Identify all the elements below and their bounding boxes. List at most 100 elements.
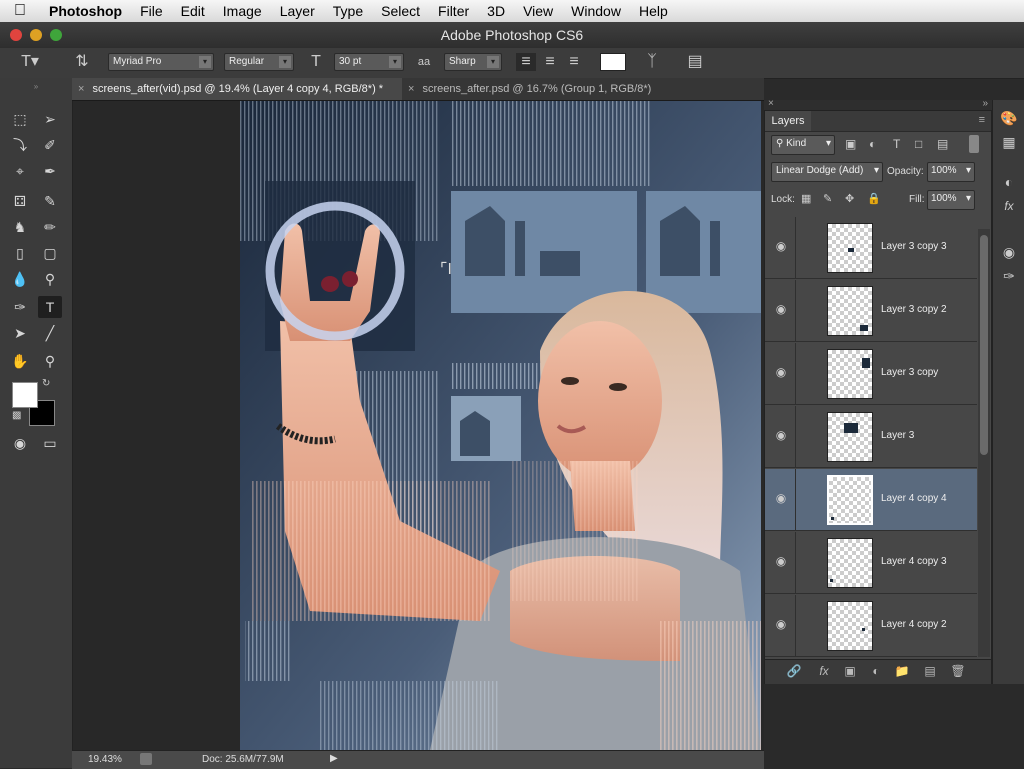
move-tool-icon[interactable]: ➢ [38, 108, 62, 130]
crop-tool-icon[interactable]: ⌖ [8, 160, 32, 182]
font-size-dropdown[interactable]: 30 pt ▾ [334, 53, 404, 71]
lock-transparency-icon[interactable]: ▦ [801, 192, 811, 205]
layer-row[interactable]: ◉ Layer 4 copy 2 [765, 595, 977, 657]
layers-scrollbar[interactable] [978, 229, 990, 657]
layer-row[interactable]: ◉ Layer 3 [765, 406, 977, 468]
eyedropper-tool-icon[interactable]: ✒ [38, 160, 62, 182]
close-tab-icon[interactable]: × [78, 83, 84, 95]
dodge-tool-icon[interactable]: ⚲ [38, 268, 62, 290]
channels-panel-icon[interactable]: ◉ [999, 242, 1019, 262]
visibility-eye-icon[interactable]: ◉ [773, 302, 789, 318]
close-panel-icon[interactable]: × [768, 98, 774, 109]
swatches-panel-icon[interactable]: ▦ [999, 132, 1019, 152]
zoom-tool-icon[interactable]: ⚲ [38, 350, 62, 372]
font-style-dropdown[interactable]: Regular ▾ [224, 53, 294, 71]
visibility-eye-icon[interactable]: ◉ [773, 428, 789, 444]
filter-smart-object-icon[interactable]: ▤ [937, 137, 948, 151]
quick-mask-icon[interactable]: ◉ [8, 432, 32, 454]
filter-pixel-icon[interactable]: ▣ [845, 137, 856, 151]
new-group-folder-icon[interactable]: 📁 [893, 664, 911, 680]
opacity-field[interactable]: 100% ▾ [927, 162, 975, 182]
menu-app-photoshop[interactable]: Photoshop [40, 3, 131, 19]
screen-mode-icon[interactable]: ▭ [38, 432, 62, 454]
close-tab-icon[interactable]: × [408, 83, 414, 95]
menu-select[interactable]: Select [372, 3, 429, 19]
doc-tab-inactive[interactable]: × screens_after.psd @ 16.7% (Group 1, RG… [402, 78, 764, 100]
delete-layer-trash-icon[interactable]: 🗑 [949, 664, 967, 680]
toolbox-collapse-icon[interactable]: » [0, 82, 72, 91]
pen-tool-icon[interactable]: ✑ [8, 296, 32, 318]
layer-row[interactable]: ◉ Layer 4 copy 3 [765, 532, 977, 594]
new-layer-icon[interactable]: ▤ [921, 664, 939, 680]
default-colors-icon[interactable]: ▩ [12, 410, 21, 421]
quick-select-tool-icon[interactable]: ✐ [38, 134, 62, 156]
layer-style-fx-icon[interactable]: fx [815, 664, 833, 680]
paths-panel-icon[interactable]: ✑ [999, 266, 1019, 286]
color-panel-icon[interactable]: 🎨 [999, 108, 1019, 128]
menu-layer[interactable]: Layer [271, 3, 324, 19]
visibility-eye-icon[interactable]: ◉ [773, 554, 789, 570]
filter-type-icon[interactable]: T [893, 137, 900, 151]
layer-filter-dropdown[interactable]: ⚲ Kind ▾ [771, 135, 835, 155]
filter-shape-icon[interactable]: □ [915, 137, 922, 151]
align-left-icon[interactable]: ≡ [516, 53, 536, 71]
panel-menu-icon[interactable]: ≡ [979, 114, 985, 126]
adjustments-panel-icon[interactable]: ◐ [999, 172, 1019, 192]
tab-layers[interactable]: Layers [765, 111, 811, 131]
apple-menu-icon[interactable]:  [0, 2, 40, 20]
type-tool-preset-icon[interactable]: T▾ [18, 53, 42, 71]
menu-type[interactable]: Type [324, 3, 372, 19]
font-family-dropdown[interactable]: Myriad Pro ▾ [108, 53, 214, 71]
visibility-eye-icon[interactable]: ◉ [773, 617, 789, 633]
foreground-color-swatch[interactable] [12, 382, 38, 408]
lock-paint-icon[interactable]: ✎ [823, 192, 832, 205]
status-menu-arrow-icon[interactable]: ▶ [330, 753, 338, 764]
visibility-eye-icon[interactable]: ◉ [773, 365, 789, 381]
text-orientation-icon[interactable]: ⇅ [72, 53, 92, 71]
menu-3d[interactable]: 3D [478, 3, 514, 19]
marquee-tool-icon[interactable]: ⬚ [8, 108, 32, 130]
warp-text-icon[interactable]: ᛉ [642, 53, 662, 71]
brush-tool-icon[interactable]: ✎ [38, 190, 62, 212]
align-right-icon[interactable]: ≡ [564, 53, 584, 71]
blend-mode-dropdown[interactable]: Linear Dodge (Add) ▾ [771, 162, 883, 182]
menu-view[interactable]: View [514, 3, 562, 19]
link-layers-icon[interactable]: 🔗 [785, 664, 803, 680]
zoom-level[interactable]: 19.43% [88, 754, 122, 765]
align-center-icon[interactable]: ≡ [540, 53, 560, 71]
lock-position-icon[interactable]: ✥ [845, 192, 854, 205]
text-color-swatch[interactable] [600, 53, 626, 71]
visibility-eye-icon[interactable]: ◉ [773, 239, 789, 255]
blur-tool-icon[interactable]: 💧 [8, 268, 32, 290]
styles-panel-icon[interactable]: fx [999, 196, 1019, 216]
document-canvas[interactable]: ⌜I [240, 101, 761, 750]
filter-toggle-switch[interactable] [969, 135, 979, 153]
line-tool-icon[interactable]: ╱ [38, 322, 62, 344]
spot-heal-tool-icon[interactable]: ⚃ [8, 190, 32, 212]
menu-file[interactable]: File [131, 3, 172, 19]
clone-stamp-tool-icon[interactable]: ♞ [8, 216, 32, 238]
adjustment-layer-icon[interactable]: ◐ [867, 664, 885, 680]
layer-row[interactable]: ◉ Layer 3 copy [765, 343, 977, 405]
lock-all-icon[interactable]: 🔒 [867, 192, 881, 205]
swap-colors-icon[interactable]: ↻ [42, 378, 50, 389]
menu-filter[interactable]: Filter [429, 3, 478, 19]
scrollbar-thumb[interactable] [980, 235, 988, 455]
type-tool-icon[interactable]: T [38, 296, 62, 318]
doc-tab-active[interactable]: × screens_after(vid).psd @ 19.4% (Layer … [72, 78, 402, 100]
add-mask-icon[interactable]: ▣ [841, 664, 859, 680]
visibility-eye-icon[interactable]: ◉ [773, 491, 789, 507]
lasso-tool-icon[interactable]: ⤵ [8, 134, 32, 156]
history-brush-tool-icon[interactable]: ✏ [38, 216, 62, 238]
menu-window[interactable]: Window [562, 3, 630, 19]
menu-image[interactable]: Image [214, 3, 271, 19]
collapse-panel-icon[interactable]: » [982, 98, 988, 109]
layer-row[interactable]: ◉ Layer 3 copy 2 [765, 280, 977, 342]
character-panel-toggle-icon[interactable]: ▤ [684, 53, 706, 71]
gradient-tool-icon[interactable]: ▢ [38, 242, 62, 264]
eraser-tool-icon[interactable]: ▯ [8, 242, 32, 264]
status-share-icon[interactable] [140, 753, 152, 765]
layer-row-selected[interactable]: ◉ Layer 4 copy 4 [765, 469, 977, 531]
menu-edit[interactable]: Edit [172, 3, 214, 19]
path-select-tool-icon[interactable]: ➤ [8, 322, 32, 344]
